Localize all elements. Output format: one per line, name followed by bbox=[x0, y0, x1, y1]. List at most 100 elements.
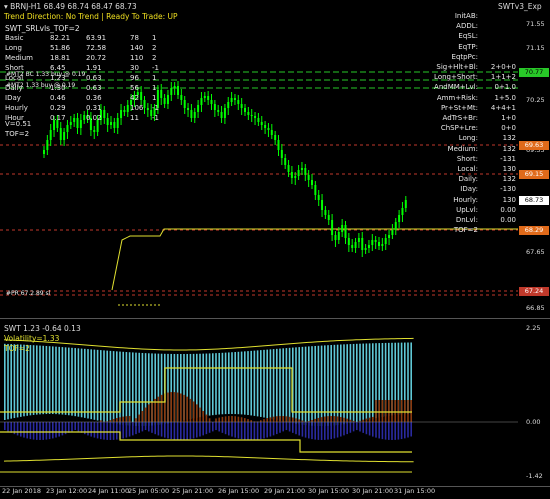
hist-bar-brown bbox=[221, 416, 224, 422]
hist-bar-positive bbox=[272, 349, 275, 420]
hist-bar-positive bbox=[39, 345, 41, 415]
stat-value: 130 bbox=[502, 165, 516, 173]
hist-bar-positive bbox=[128, 352, 131, 426]
hist-bar-brown bbox=[192, 401, 195, 422]
candle-body bbox=[280, 150, 283, 158]
hist-bar-negative bbox=[23, 422, 25, 438]
level-row-value: 1 bbox=[152, 84, 157, 92]
hist-bar-positive bbox=[279, 348, 281, 421]
hist-bar-brown bbox=[327, 416, 329, 422]
price-tick: 70.25 bbox=[526, 96, 545, 104]
candle-body bbox=[284, 158, 287, 165]
candle-body bbox=[347, 238, 350, 245]
level-row-label: Medium bbox=[5, 54, 33, 62]
candle-body bbox=[140, 92, 143, 100]
hist-bar-negative bbox=[282, 422, 284, 432]
hist-bar-positive bbox=[356, 343, 358, 423]
time-tick: 30 Jan 15:00 bbox=[308, 487, 350, 495]
hist-bar-negative bbox=[103, 422, 105, 440]
candle-body bbox=[388, 235, 391, 238]
candle-body bbox=[146, 108, 149, 110]
level-row-value: 0.02 bbox=[86, 114, 102, 122]
hist-bar-positive bbox=[202, 353, 204, 417]
candle-body bbox=[381, 244, 384, 246]
hist-bar-negative bbox=[400, 422, 403, 440]
hist-bar-positive bbox=[90, 349, 92, 420]
hist-bar-positive bbox=[340, 344, 342, 425]
hist-bar-negative bbox=[378, 422, 380, 439]
hist-bar-brown bbox=[119, 417, 121, 422]
level-row-value: 1.91 bbox=[86, 64, 102, 72]
price-panel[interactable]: ▾ BRNJ-H1 68.49 68.74 68.47 68.73 SWTv3_… bbox=[0, 0, 550, 319]
candle-body bbox=[290, 172, 293, 178]
hist-bar-positive bbox=[64, 347, 67, 415]
stat-label: Pr+St+Mt: bbox=[440, 103, 478, 112]
hist-bar-negative bbox=[269, 422, 272, 437]
hist-bar-negative bbox=[42, 422, 44, 440]
hist-bar-negative bbox=[125, 422, 128, 438]
candle-body bbox=[76, 118, 79, 128]
hist-bar-negative bbox=[148, 422, 150, 432]
candle-body bbox=[213, 104, 216, 110]
hist-bar-brown bbox=[170, 392, 172, 422]
hist-bar-negative bbox=[397, 422, 400, 440]
hist-bar-negative bbox=[29, 422, 32, 440]
candle-body bbox=[190, 110, 193, 118]
candle-body bbox=[257, 118, 260, 122]
candle-body bbox=[110, 122, 112, 125]
hist-bar-brown bbox=[378, 400, 380, 422]
stat-label: DnLvl: bbox=[455, 216, 478, 224]
hist-bar-positive bbox=[301, 346, 304, 425]
stat-label: ADDL: bbox=[456, 22, 478, 31]
hist-bar-brown bbox=[138, 414, 140, 422]
candle-body bbox=[404, 200, 407, 208]
hist-bar-brown bbox=[196, 404, 198, 422]
hist-bar-brown bbox=[199, 407, 201, 422]
osc-axis-top: 2.25 bbox=[526, 324, 541, 332]
hist-bar-negative bbox=[80, 422, 83, 433]
candle-body bbox=[254, 116, 257, 118]
hist-bar-positive bbox=[87, 349, 89, 419]
candle-body bbox=[327, 215, 330, 220]
candle-body bbox=[304, 168, 307, 175]
hist-bar-negative bbox=[301, 422, 304, 437]
candle-body bbox=[63, 132, 66, 140]
hist-bar-positive bbox=[208, 353, 211, 416]
hist-bar-positive bbox=[349, 344, 352, 424]
osc-axis-bottom: -1.42 bbox=[526, 472, 543, 480]
hist-bar-negative bbox=[45, 422, 48, 440]
stat-label: Sig+Hlt+Bl: bbox=[436, 63, 478, 71]
price-tag: 68.29 bbox=[519, 226, 549, 235]
support-step-line bbox=[111, 228, 518, 291]
candle-body bbox=[59, 128, 62, 140]
candle-body bbox=[374, 240, 377, 242]
stat-label: TOF=2 bbox=[453, 226, 478, 235]
candle-body bbox=[220, 112, 223, 118]
hist-bar-positive bbox=[112, 351, 115, 424]
hist-bar-negative bbox=[167, 422, 169, 439]
hist-bar-negative bbox=[346, 422, 348, 435]
candle-body bbox=[250, 115, 253, 116]
level-row-value: 42 bbox=[130, 94, 139, 102]
stat-value: 0.00 bbox=[500, 205, 516, 214]
candle-body bbox=[66, 125, 69, 132]
stat-label: AndMM+Lvl: bbox=[434, 83, 478, 92]
hist-bar-brown bbox=[282, 416, 284, 422]
level-row-value: -1 bbox=[152, 104, 159, 112]
candle-body bbox=[69, 122, 72, 125]
candle-body bbox=[207, 96, 210, 100]
stat-value: -130 bbox=[500, 185, 516, 194]
hist-bar-brown bbox=[340, 416, 342, 422]
candle-body bbox=[166, 95, 169, 104]
stat-label: Long: bbox=[458, 134, 478, 143]
hist-bar-brown bbox=[148, 404, 150, 422]
hist-bar-positive bbox=[13, 344, 16, 419]
stat-label: EqtpPc: bbox=[451, 52, 478, 61]
candle-body bbox=[351, 245, 354, 248]
time-tick: 30 Jan 21:00 bbox=[352, 487, 394, 495]
hist-bar-negative bbox=[68, 422, 70, 433]
oscillator-panel[interactable]: SWT 1.23 -0.64 0.13 Volatility=1.33 TOF=… bbox=[0, 320, 550, 487]
candle-body bbox=[113, 122, 116, 128]
hist-bar-positive bbox=[122, 351, 124, 425]
ready-value: UP bbox=[167, 12, 178, 21]
